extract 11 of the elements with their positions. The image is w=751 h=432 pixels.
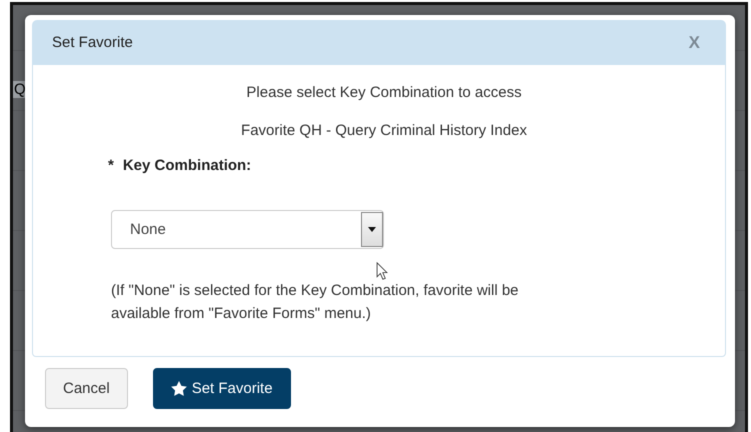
dialog-title: Set Favorite [52, 34, 133, 51]
cursor-icon [376, 262, 388, 280]
star-icon [170, 381, 187, 396]
instruction-text: Please select Key Combination to access [245, 84, 523, 101]
required-mark: * [108, 157, 114, 174]
field-label: Key Combination: [122, 157, 252, 174]
form-name-text: Favorite QH - Query Criminal History Index [240, 122, 528, 139]
help-text: (If "None" is selected for the Key Combination, favorite will be available from "Favorite Forms" menu.) [111, 281, 520, 324]
key-combination-dropdown[interactable]: None [111, 210, 384, 249]
set-favorite-button[interactable]: Set Favorite [152, 368, 291, 409]
cancel-button[interactable]: Cancel [45, 368, 128, 409]
